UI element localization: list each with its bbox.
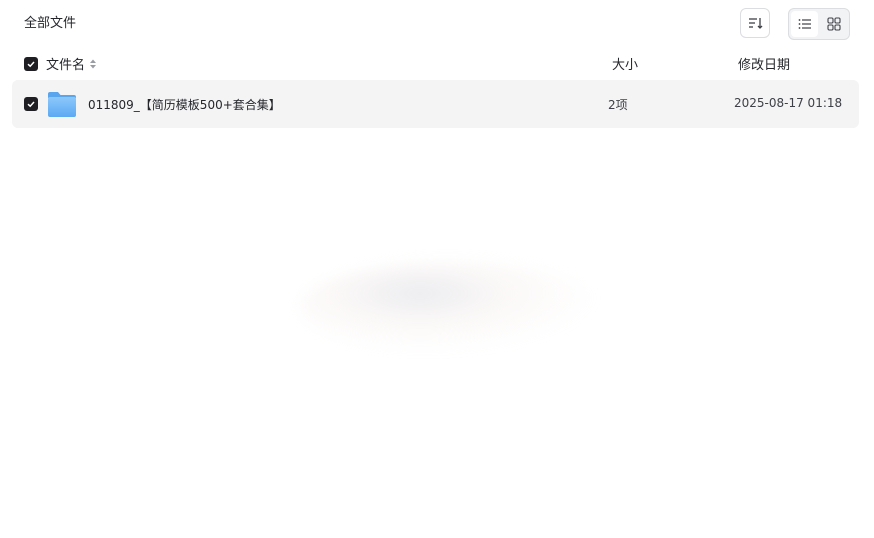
sort-button[interactable] bbox=[740, 8, 770, 38]
sort-toggle-icon bbox=[90, 59, 97, 68]
table-row[interactable]: 011809_【简历模板500+套合集】 2项 2025-08-17 01:18 bbox=[12, 80, 859, 128]
grid-view-icon bbox=[826, 17, 841, 31]
file-name[interactable]: 011809_【简历模板500+套合集】 bbox=[88, 96, 281, 113]
column-header-size[interactable]: 大小 bbox=[612, 54, 638, 73]
select-all-checkbox[interactable] bbox=[24, 57, 38, 71]
file-modified: 2025-08-17 01:18 bbox=[734, 96, 843, 110]
check-icon bbox=[27, 61, 35, 68]
sort-icon bbox=[749, 18, 763, 29]
row-checkbox[interactable] bbox=[24, 97, 38, 111]
folder-icon bbox=[48, 92, 76, 117]
column-header-name[interactable]: 文件名 bbox=[46, 54, 97, 73]
grid-view-button[interactable] bbox=[820, 11, 847, 37]
list-view-icon bbox=[798, 19, 811, 29]
column-header-modified[interactable]: 修改日期 bbox=[738, 54, 790, 73]
view-toggle bbox=[788, 8, 850, 40]
file-size: 2项 bbox=[608, 98, 628, 112]
breadcrumb[interactable]: 全部文件 bbox=[24, 14, 76, 34]
file-manager: 全部文件 文件名 大小 修改日期 011809_【简历模板500+套合集】 2项… bbox=[0, 0, 874, 538]
column-name-label: 文件名 bbox=[46, 58, 86, 73]
check-icon bbox=[27, 101, 35, 108]
list-view-button[interactable] bbox=[791, 11, 818, 37]
table-header: 文件名 大小 修改日期 bbox=[12, 52, 859, 76]
loading-glow bbox=[300, 262, 600, 352]
